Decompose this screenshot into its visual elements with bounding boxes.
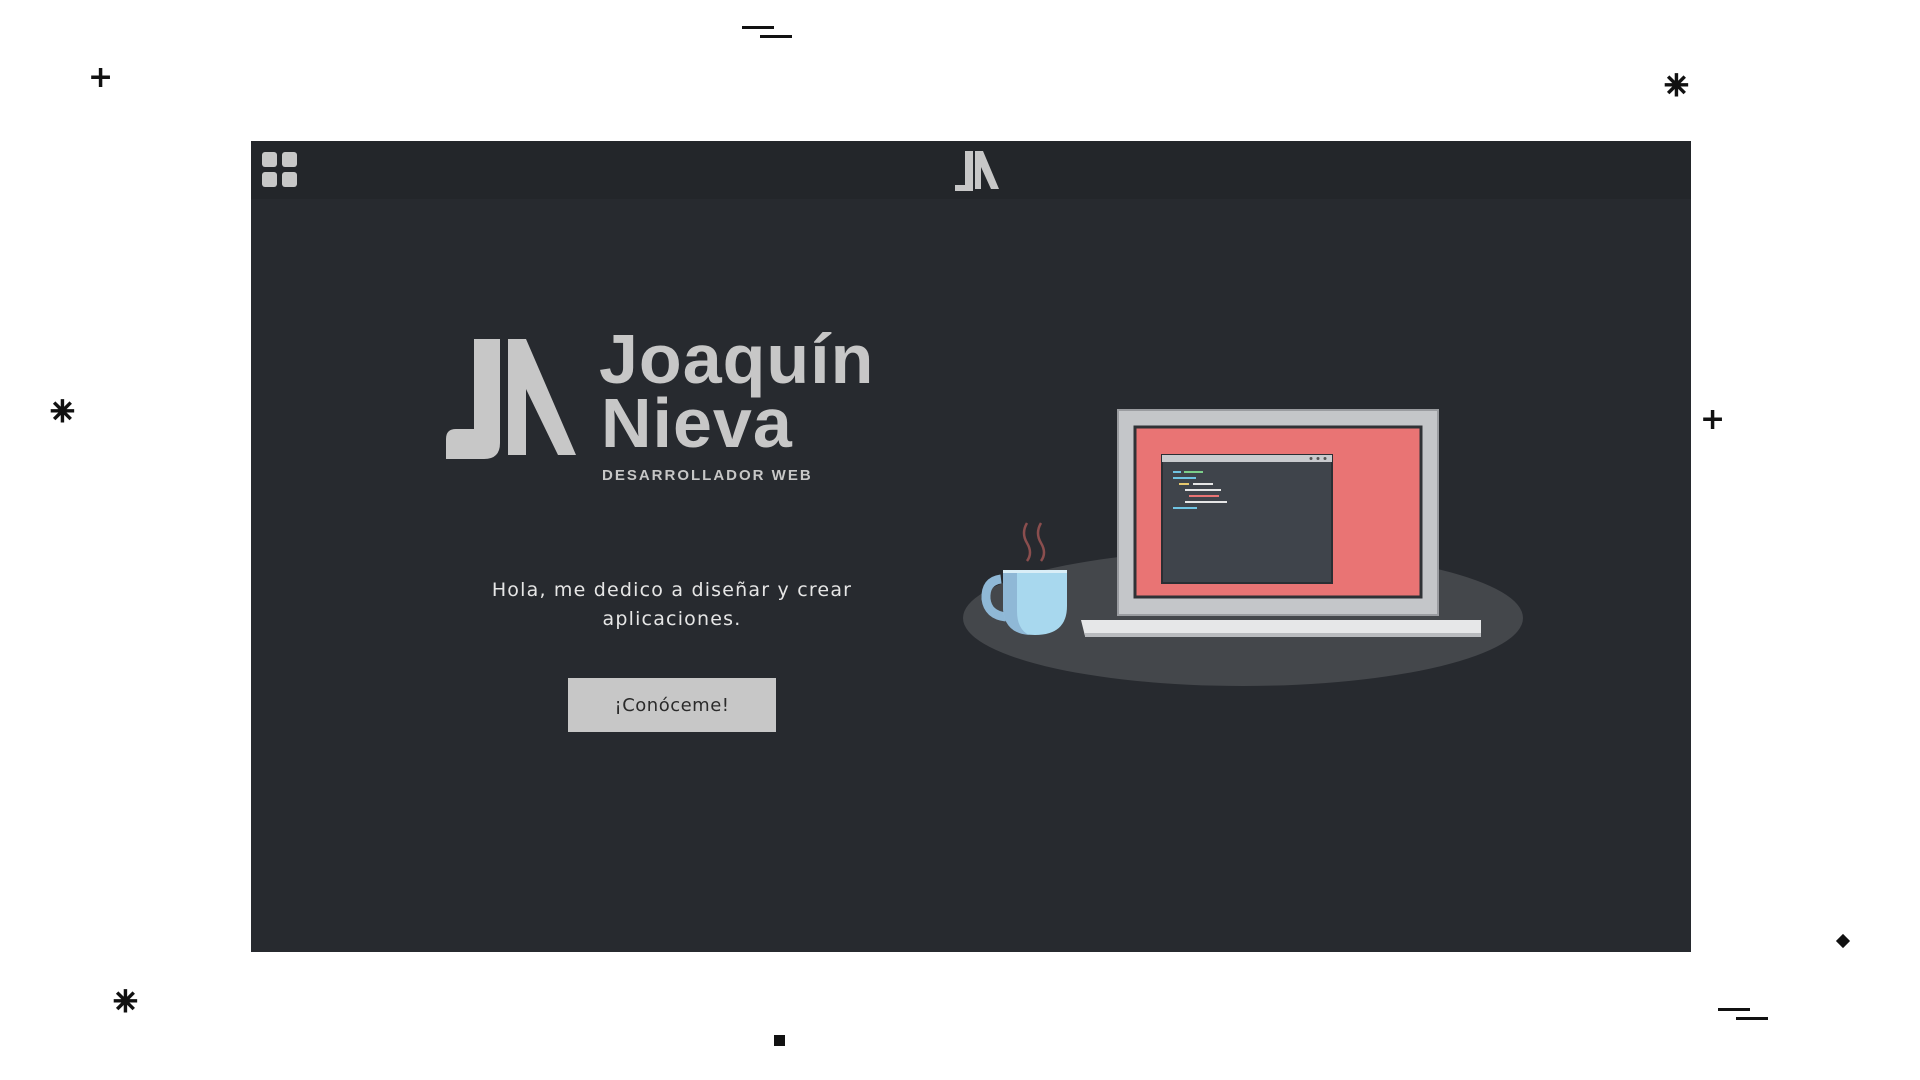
square-sparkle-icon [774, 1035, 785, 1046]
diamond-sparkle-icon [1835, 933, 1851, 949]
asterisk-sparkle-icon: ⁕ [1658, 61, 1695, 112]
plus-sparkle-icon: + [1700, 402, 1726, 437]
jn-logo-mark [446, 339, 576, 459]
intro-text: Hola, me dedico a diseñar y crear aplica… [491, 579, 853, 630]
asterisk-sparkle-icon: ⁕ [44, 387, 81, 438]
site-window: Joaquín Nieva DESARROLLADOR WEB Hola, me… [251, 141, 1691, 952]
dash-sparkle-icon [1718, 1008, 1768, 1020]
grid-menu-icon[interactable] [262, 152, 298, 188]
dash-sparkle-icon [742, 26, 792, 38]
top-navbar [251, 141, 1691, 199]
asterisk-sparkle-icon: ⁕ [107, 977, 144, 1028]
jn-logo-icon[interactable] [951, 147, 1001, 193]
about-me-button[interactable]: ¡Conóceme! [568, 678, 776, 732]
brand-logo: Joaquín Nieva DESARROLLADOR WEB [446, 323, 896, 484]
brand-role: DESARROLLADOR WEB [602, 467, 813, 484]
brand-last-name: Nieva [601, 384, 793, 462]
laptop-coffee-illustration [963, 409, 1523, 686]
plus-sparkle-icon: + [88, 60, 114, 95]
